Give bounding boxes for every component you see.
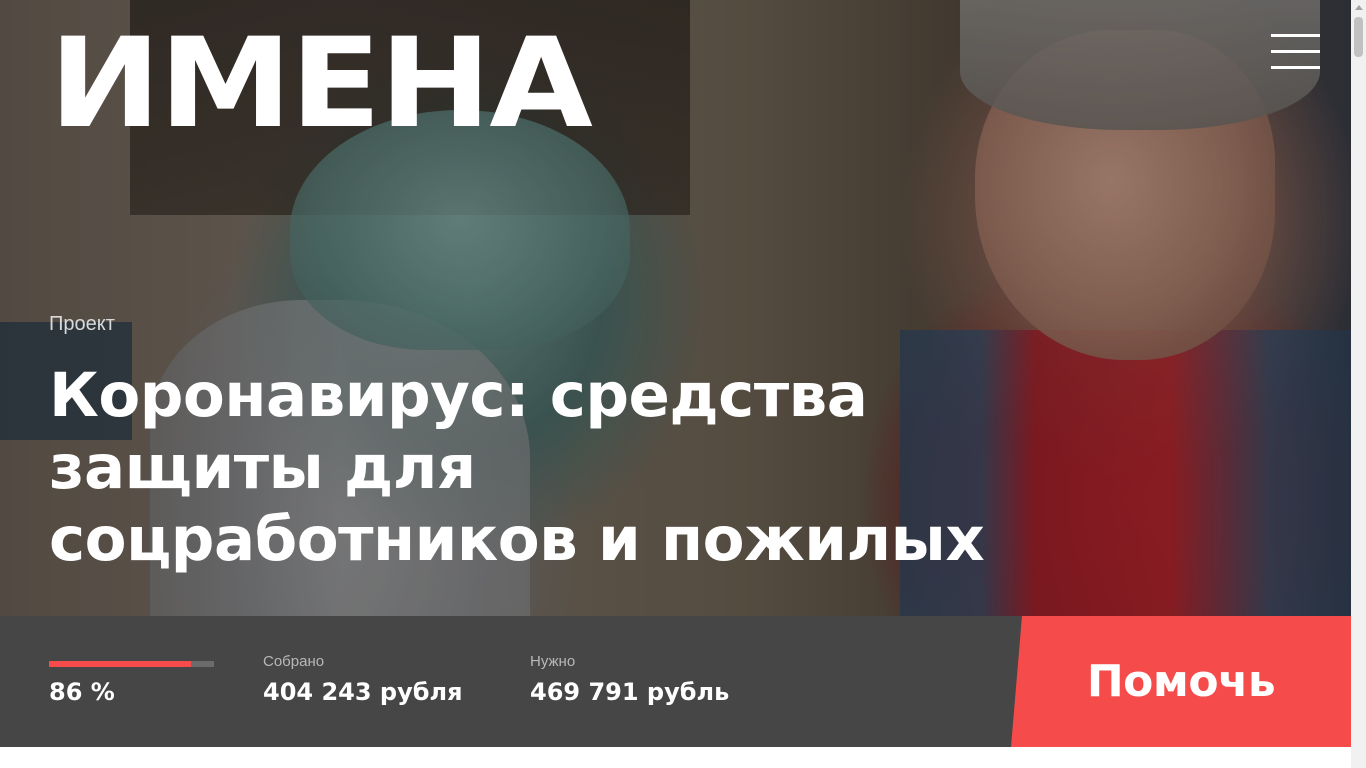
- menu-line: [1271, 34, 1320, 37]
- progress-bar: [49, 661, 214, 667]
- help-button[interactable]: Помочь: [1011, 616, 1351, 747]
- page: ИМЕНА Проект Коронавирус: средства защит…: [0, 0, 1351, 768]
- collected-amount: 404 243 рубля: [263, 678, 463, 706]
- progress-bar-fill: [49, 661, 191, 667]
- needed-amount: 469 791 рубль: [530, 678, 730, 706]
- project-kicker: Проект: [49, 313, 115, 335]
- hero-section: ИМЕНА Проект Коронавирус: средства защит…: [0, 0, 1351, 616]
- menu-line: [1271, 50, 1320, 53]
- collected-label: Собрано: [263, 653, 325, 670]
- menu-line: [1271, 66, 1320, 69]
- hamburger-menu-icon[interactable]: [1268, 33, 1322, 73]
- page-scrollbar[interactable]: [1351, 0, 1366, 768]
- scroll-up-arrow-icon[interactable]: [1355, 5, 1363, 10]
- scrollbar-thumb[interactable]: [1354, 17, 1363, 57]
- site-logo[interactable]: ИМЕНА: [49, 22, 593, 146]
- progress-percent: 86 %: [49, 678, 115, 706]
- needed-label: Нужно: [530, 653, 576, 670]
- help-button-label: Помочь: [1086, 656, 1276, 707]
- project-title: Коронавирус: средства защиты для соцрабо…: [49, 360, 985, 575]
